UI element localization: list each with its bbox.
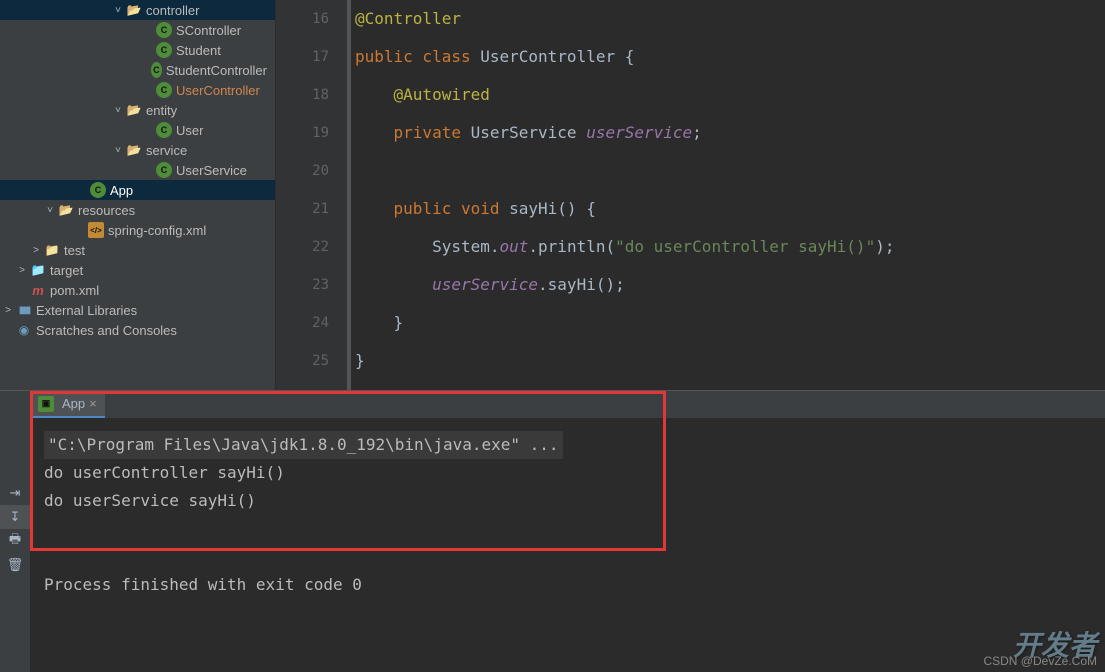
code-line[interactable]: private UserService userService; [355,114,1105,152]
line-number: 22 [276,228,329,266]
class-icon: C [156,42,172,58]
class-icon: C [90,182,106,198]
line-number: 17 [276,38,329,76]
line-number: 23 [276,266,329,304]
line-number: 19 [276,114,329,152]
line-number: 16 [276,0,329,38]
class-icon: C [151,62,162,78]
tree-item-resources[interactable]: ˅ resources [0,200,275,220]
tree-item-label: entity [146,103,177,118]
tree-item-label: target [50,263,83,278]
maven-icon: m [30,282,46,298]
class-icon: C [156,22,172,38]
code-editor[interactable]: 16171819202122232425 @Controllerpublic c… [276,0,1105,390]
tree-item-target[interactable]: > target [0,260,275,280]
tree-item-entity[interactable]: ˅ entity [0,100,275,120]
code-line[interactable]: } [355,342,1105,380]
tree-item-usercontroller[interactable]: C UserController [0,80,275,100]
tree-item-student[interactable]: C Student [0,40,275,60]
folder-open-icon [126,102,142,118]
expand-arrow-icon[interactable]: > [0,305,16,316]
tree-item-label: test [64,243,85,258]
expand-arrow-icon[interactable]: > [28,245,44,256]
code-line[interactable]: public void sayHi() { [355,190,1105,228]
console-line: do userController sayHi() [44,459,1097,487]
line-number: 20 [276,152,329,190]
code-line[interactable]: System.out.println("do userController sa… [355,228,1105,266]
tree-item-user[interactable]: C User [0,120,275,140]
run-panel: ▣ App × ⇥ ↧ 🖶 🗑 "C:\Program Files\Java\j… [0,390,1105,672]
tree-item-external-libraries[interactable]: > External Libraries [0,300,275,320]
tree-item-pom-xml[interactable]: m pom.xml [0,280,275,300]
line-number: 25 [276,342,329,380]
class-icon: C [156,162,172,178]
folder-open-icon [126,2,142,18]
expand-arrow-icon[interactable]: > [14,265,30,276]
expand-arrow-icon[interactable]: ˅ [110,5,126,16]
tree-item-label: Scratches and Consoles [36,323,177,338]
tree-item-test[interactable]: > test [0,240,275,260]
tree-item-label: pom.xml [50,283,99,298]
console-line [44,515,1097,543]
project-tree[interactable]: ˅ controller C SController C Student C StudentC… [0,0,276,390]
expand-arrow-icon[interactable]: ˅ [110,145,126,156]
folder-icon [44,242,60,258]
print-button[interactable]: 🖶 [0,529,30,553]
folder-open-icon [126,142,142,158]
tree-item-service[interactable]: ˅ service [0,140,275,160]
class-icon: C [156,122,172,138]
library-icon [16,302,32,318]
tree-item-scratches-and-consoles[interactable]: Scratches and Consoles [0,320,275,340]
code-line[interactable]: @Controller [355,0,1105,38]
code-line[interactable]: public class UserController { [355,38,1105,76]
console-line: Process finished with exit code 0 [44,571,1097,599]
watermark-sub: CSDN @DevZe.CoM [983,654,1097,668]
tree-item-scontroller[interactable]: C SController [0,20,275,40]
tree-item-label: Student [176,43,221,58]
expand-arrow-icon[interactable]: ˅ [42,205,58,216]
folder-target-icon [30,262,46,278]
tree-item-label: External Libraries [36,303,137,318]
tree-item-label: App [110,183,133,198]
tree-item-label: SController [176,23,241,38]
tree-item-controller[interactable]: ˅ controller [0,0,275,20]
console-line: do userService sayHi() [44,487,1097,515]
run-toolbar: ⇥ ↧ 🖶 🗑 [0,391,30,672]
class-icon: C [156,82,172,98]
tree-item-label: resources [78,203,135,218]
scratch-icon [16,322,32,338]
code-line[interactable] [355,152,1105,190]
folder-open-icon [58,202,74,218]
tree-item-label: UserController [176,83,260,98]
tree-item-userservice[interactable]: C UserService [0,160,275,180]
tree-item-spring-config-xml[interactable]: </> spring-config.xml [0,220,275,240]
console-output[interactable]: "C:\Program Files\Java\jdk1.8.0_192\bin\… [30,391,1105,672]
expand-arrow-icon[interactable]: ˅ [110,105,126,116]
code-line[interactable]: } [355,304,1105,342]
xml-icon: </> [88,222,104,238]
tree-item-label: StudentController [166,63,267,78]
code-line[interactable]: @Autowired [355,76,1105,114]
clear-button[interactable]: 🗑 [0,553,30,577]
tree-item-label: User [176,123,203,138]
tree-item-label: service [146,143,187,158]
line-number: 24 [276,304,329,342]
soft-wrap-button[interactable]: ⇥ [0,481,30,505]
tree-item-label: controller [146,3,199,18]
tree-item-app[interactable]: C App [0,180,275,200]
tree-item-label: UserService [176,163,247,178]
line-number: 21 [276,190,329,228]
tree-item-studentcontroller[interactable]: C StudentController [0,60,275,80]
line-number: 18 [276,76,329,114]
scroll-to-end-button[interactable]: ↧ [0,505,30,529]
console-line: "C:\Program Files\Java\jdk1.8.0_192\bin\… [44,431,563,459]
console-line [44,543,1097,571]
code-line[interactable]: userService.sayHi(); [355,266,1105,304]
tree-item-label: spring-config.xml [108,223,206,238]
